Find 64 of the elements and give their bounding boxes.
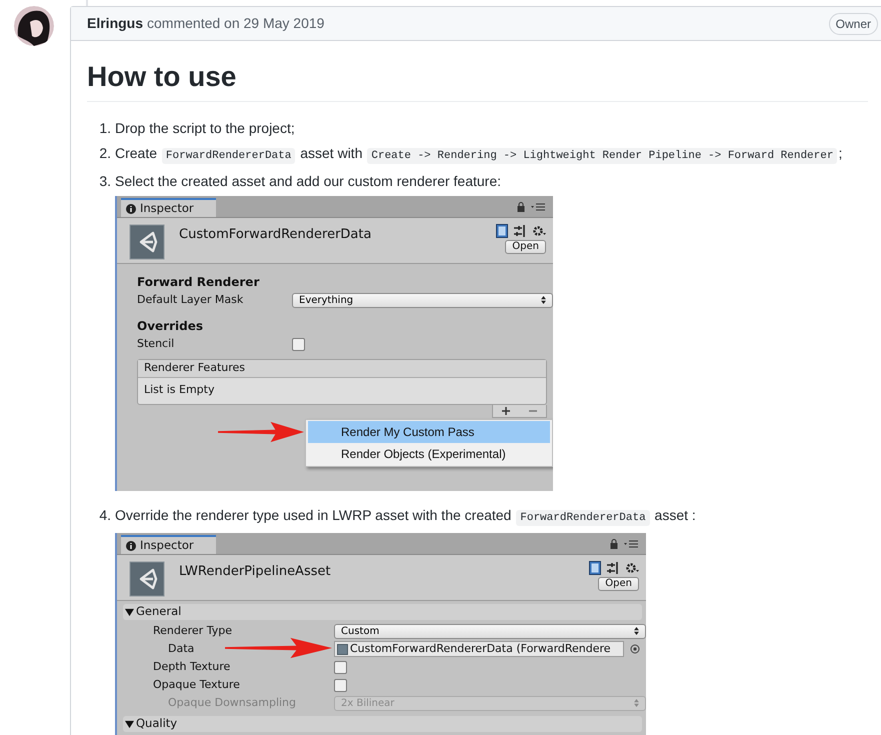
triangle-icon [125, 608, 134, 616]
owner-label: Owner [828, 12, 878, 34]
arrow-icon [218, 421, 304, 443]
info-icon [126, 204, 136, 214]
inspector-tab[interactable]: Inspector [121, 198, 216, 217]
section-heading: Overrides [137, 318, 203, 335]
asset-name: CustomForwardRendererData [179, 226, 372, 244]
field-label: Opaque Texture [153, 678, 240, 691]
step-text: Override the renderer type used in LWRP asset with the created ForwardRendererData asset : [115, 506, 696, 528]
object-field[interactable]: CustomForwardRendererData (ForwardRendere [334, 641, 624, 657]
asset-icon [337, 644, 348, 654]
field-label: Data [168, 642, 194, 655]
info-icon [126, 540, 136, 550]
field-label: Renderer Type [153, 624, 232, 637]
plus-icon[interactable] [502, 407, 510, 415]
list-title: Renderer Features [144, 360, 246, 376]
field-label: Depth Texture [153, 660, 230, 673]
menu-item[interactable]: Render My Custom Pass [308, 421, 550, 443]
list-number: 4. [98, 506, 112, 525]
page-heading: How to use [87, 60, 238, 94]
step-text: Drop the script to the project; [115, 119, 295, 138]
field-label: Opaque Downsampling [168, 696, 296, 709]
list-number: 1. [98, 119, 112, 138]
triangle-icon [125, 720, 134, 728]
checkbox[interactable] [292, 338, 305, 350]
menu-item[interactable]: Render Objects (Experimental) [308, 443, 550, 465]
help-book-icon[interactable] [589, 561, 601, 575]
help-book-icon[interactable] [496, 224, 508, 238]
lock-icon[interactable] [517, 202, 525, 212]
foldout-header[interactable]: General [123, 604, 642, 620]
inspector-tab[interactable]: Inspector [121, 535, 216, 554]
checkbox[interactable] [334, 660, 347, 674]
sliders-icon[interactable] [514, 225, 526, 237]
updown-icon [541, 296, 546, 304]
foldout-header[interactable]: Quality [123, 716, 642, 732]
sliders-icon[interactable] [607, 562, 619, 574]
gear-icon[interactable] [625, 562, 639, 574]
updown-icon [634, 627, 639, 635]
asset-name: LWRenderPipelineAsset [179, 563, 332, 581]
section-heading: Forward Renderer [137, 274, 260, 291]
menu-icon[interactable] [624, 540, 638, 548]
cube-logo-icon [129, 561, 165, 597]
field-label: Stencil [137, 336, 174, 350]
list-number: 3. [98, 172, 112, 191]
arrow-icon [225, 637, 332, 659]
dropdown[interactable]: Everything [292, 292, 553, 308]
lock-icon[interactable] [610, 539, 618, 549]
gear-icon[interactable] [532, 225, 546, 237]
menu-icon[interactable] [531, 203, 545, 211]
author-link[interactable]: Elringus [87, 13, 144, 34]
target-icon[interactable] [630, 644, 640, 654]
empty-message: List is Empty [144, 382, 214, 398]
list-number: 2. [98, 144, 112, 163]
field-label: Default Layer Mask [137, 292, 244, 306]
step-text: Select the created asset and add our custom renderer feature: [115, 172, 502, 191]
dropdown[interactable]: Custom [334, 624, 646, 638]
open-button[interactable]: Open [598, 577, 639, 591]
open-button[interactable]: Open [505, 240, 546, 254]
comment-date[interactable]: commented on 29 May 2019 [147, 13, 324, 34]
updown-icon [634, 699, 639, 707]
checkbox[interactable] [334, 678, 347, 692]
step-text: Create ForwardRendererData asset with Create -> Rendering -> Lightweight Render Pipeline -> Forward Renderer ; [115, 144, 842, 166]
avatar[interactable] [14, 6, 54, 46]
cube-logo-icon [129, 224, 165, 260]
